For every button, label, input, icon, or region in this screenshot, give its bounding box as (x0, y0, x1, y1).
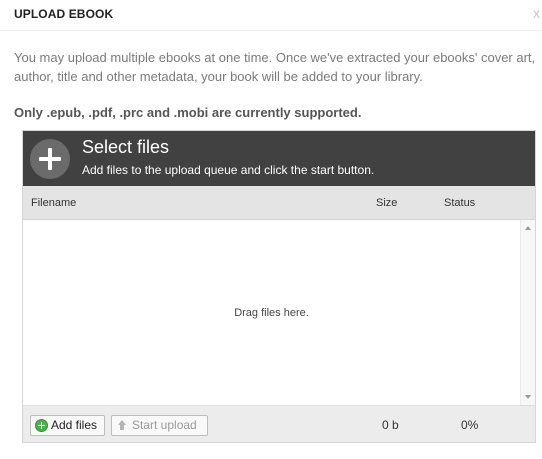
select-files-subtitle: Add files to the upload queue and click … (82, 163, 375, 177)
column-header-filename: Filename (31, 197, 77, 209)
file-drop-area[interactable]: Drag files here. (23, 220, 520, 405)
supported-formats-text: Only .epub, .pdf, .prc and .mobi are cur… (14, 105, 362, 120)
scroll-up-arrow-icon[interactable] (525, 226, 531, 230)
uploader-footer: Add files Start upload 0 b 0% (23, 405, 535, 442)
intro-text: You may upload multiple ebooks at one ti… (14, 50, 536, 84)
total-progress-percent: 0% (461, 418, 479, 432)
add-icon (35, 419, 48, 432)
close-icon[interactable]: x (533, 6, 540, 20)
select-files-title[interactable]: Select files (82, 137, 169, 158)
plus-icon[interactable] (30, 139, 70, 179)
start-upload-label: Start upload (132, 418, 197, 432)
scroll-down-arrow-icon[interactable] (525, 395, 531, 399)
queue-scrollbar[interactable] (520, 220, 535, 405)
add-files-label: Add files (51, 418, 98, 432)
total-size: 0 b (382, 418, 399, 432)
start-upload-button[interactable]: Start upload (111, 415, 208, 436)
queue-column-headers: Filename Size Status (23, 186, 535, 220)
upload-arrow-icon (116, 419, 129, 432)
dialog-title: UPLOAD EBOOK (14, 7, 114, 21)
dialog-header: UPLOAD EBOOK x (0, 0, 542, 30)
upload-ebook-dialog: UPLOAD EBOOK x You may upload multiple e… (0, 0, 542, 459)
drop-hint: Drag files here. (234, 307, 309, 319)
add-files-button[interactable]: Add files (30, 415, 105, 436)
column-header-status: Status (444, 197, 476, 209)
file-uploader: Select files Add files to the upload que… (22, 130, 536, 443)
header-divider (0, 30, 542, 31)
select-files-header[interactable]: Select files Add files to the upload que… (23, 131, 535, 186)
column-header-size: Size (376, 197, 398, 209)
